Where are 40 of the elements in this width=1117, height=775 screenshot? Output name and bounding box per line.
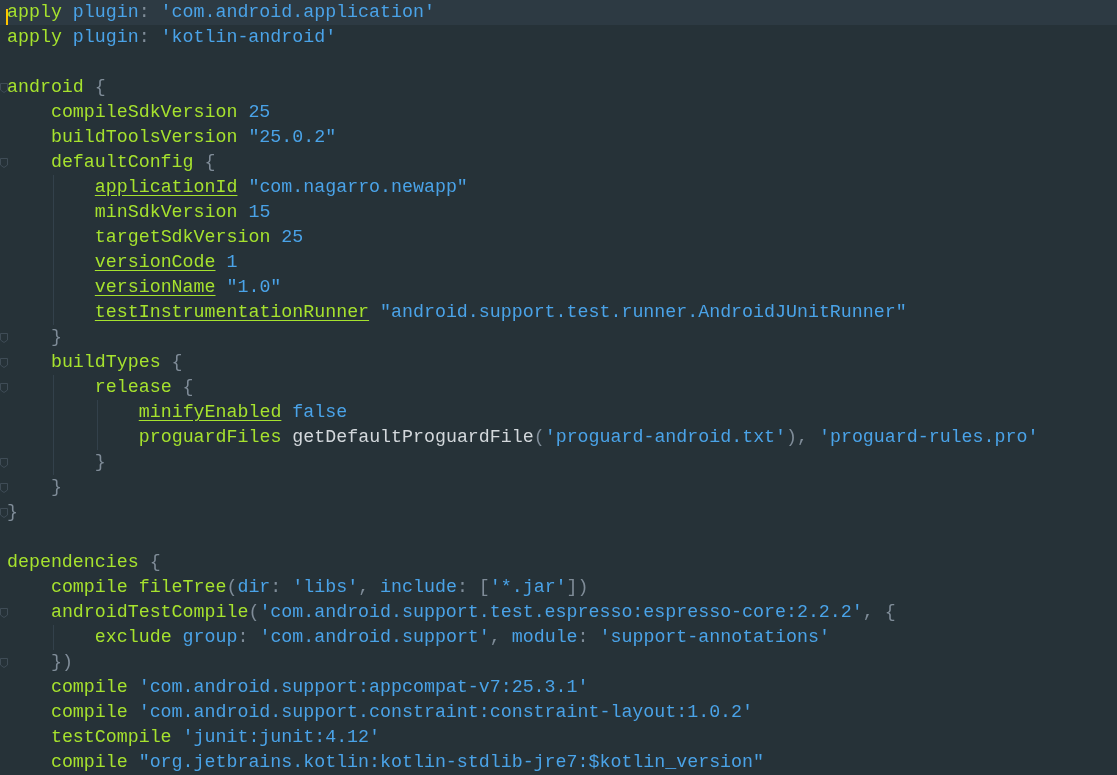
code-line: } <box>50 476 62 499</box>
fold-icon[interactable] <box>0 333 8 343</box>
text-caret <box>6 9 8 25</box>
fold-icon[interactable] <box>0 358 8 368</box>
code-line: versionName "1.0" <box>94 276 282 299</box>
code-line: apply plugin: 'com.android.application' <box>7 1 435 24</box>
code-line: } <box>94 451 106 474</box>
code-line: exclude group: 'com.android.support', module: 'support-annotations' <box>94 626 830 649</box>
fold-icon[interactable] <box>0 658 8 668</box>
code-line: android { <box>7 76 106 99</box>
code-line: apply plugin: 'kotlin-android' <box>7 26 337 49</box>
code-line: }) <box>50 651 73 674</box>
code-line: proguardFiles getDefaultProguardFile('proguard-android.txt'), 'proguard-rules.pro' <box>138 426 1039 449</box>
code-line: dependencies { <box>7 551 161 574</box>
code-line: testCompile 'junit:junit:4.12' <box>50 726 381 749</box>
code-line: buildToolsVersion "25.0.2" <box>50 126 337 149</box>
code-line: release { <box>94 376 194 399</box>
code-line: minSdkVersion 15 <box>94 201 271 224</box>
code-line: compile 'com.android.support:appcompat-v7:25.3.1' <box>50 676 589 699</box>
fold-icon[interactable] <box>0 508 8 518</box>
fold-icon[interactable] <box>0 458 8 468</box>
code-line: compileSdkVersion 25 <box>50 101 271 124</box>
fold-icon[interactable] <box>0 158 8 168</box>
code-line: androidTestCompile('com.android.support.test.espresso:espresso-core:2.2.2', { <box>50 601 896 624</box>
fold-icon[interactable] <box>0 483 8 493</box>
code-line: compile fileTree(dir: 'libs', include: ['*.jar']) <box>50 576 589 599</box>
fold-icon[interactable] <box>0 383 8 393</box>
code-line: buildTypes { <box>50 351 183 374</box>
fold-icon[interactable] <box>0 83 8 93</box>
code-line: defaultConfig { <box>50 151 216 174</box>
code-line: compile "org.jetbrains.kotlin:kotlin-stdlib-jre7:$kotlin_version" <box>50 751 764 774</box>
code-line: compile 'com.android.support.constraint:constraint-layout:1.0.2' <box>50 701 754 724</box>
code-line: } <box>50 326 62 349</box>
code-line: versionCode 1 <box>94 251 238 274</box>
code-line: targetSdkVersion 25 <box>94 226 304 249</box>
code-line: testInstrumentationRunner "android.support.test.runner.AndroidJUnitRunner" <box>94 301 907 324</box>
code-line: minifyEnabled false <box>138 401 348 424</box>
fold-icon[interactable] <box>0 608 8 618</box>
code-line: applicationId "com.nagarro.newapp" <box>94 176 468 199</box>
code-line: } <box>7 501 18 524</box>
